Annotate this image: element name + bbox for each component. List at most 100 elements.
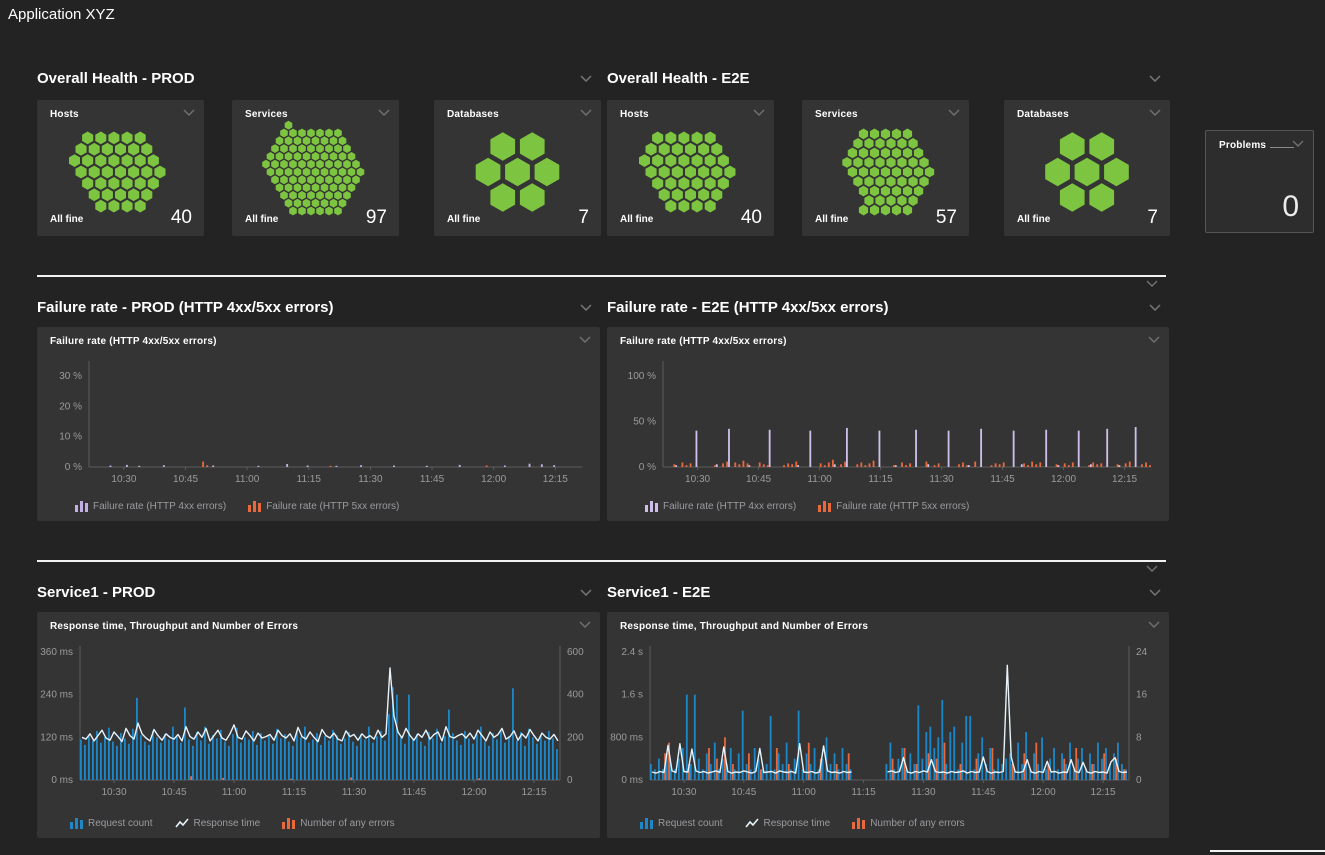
svg-text:11:30: 11:30 (911, 787, 936, 798)
svg-text:10:30: 10:30 (111, 474, 136, 485)
svg-text:50 %: 50 % (633, 417, 656, 428)
line-chart-icon (175, 818, 189, 829)
legend-item-5xx[interactable]: Failure rate (HTTP 5xx errors) (818, 501, 969, 512)
svg-text:11:15: 11:15 (851, 787, 876, 798)
svg-text:10:30: 10:30 (101, 787, 126, 798)
bar-chart-icon (640, 818, 653, 829)
legend-item-4xx[interactable]: Failure rate (HTTP 4xx errors) (645, 501, 796, 512)
service-metrics-chart-prod: 360 ms240 ms120 ms0 ms600400200010:3010:… (37, 612, 600, 838)
svg-text:800 ms: 800 ms (610, 732, 643, 743)
chart-legend: Request count Response time Number of an… (70, 818, 395, 829)
line-chart-icon (745, 818, 759, 829)
section-header-overall-health-prod: Overall Health - PROD (37, 70, 600, 90)
legend-label: Number of any errors (300, 818, 394, 829)
health-tile-services-e2e[interactable]: Services All fine 57 (802, 100, 969, 236)
legend-item-5xx[interactable]: Failure rate (HTTP 5xx errors) (248, 501, 399, 512)
svg-text:11:15: 11:15 (868, 474, 893, 485)
divider-line (37, 275, 1166, 277)
legend-item-4xx[interactable]: Failure rate (HTTP 4xx errors) (75, 501, 226, 512)
bar-chart-icon (282, 818, 295, 829)
svg-text:11:15: 11:15 (282, 787, 307, 798)
legend-label: Request count (88, 818, 153, 829)
svg-text:240 ms: 240 ms (40, 690, 73, 701)
svg-text:10 %: 10 % (59, 432, 82, 443)
chart-legend: Failure rate (HTTP 4xx errors) Failure r… (75, 501, 399, 512)
service-metrics-chart-e2e: 2.4 s1.6 s800 ms0 ms24168010:3010:4511:0… (607, 612, 1169, 838)
svg-text:30 %: 30 % (59, 371, 82, 382)
section-title: Overall Health - PROD (37, 70, 195, 87)
svg-text:11:15: 11:15 (297, 474, 322, 485)
svg-text:1.6 s: 1.6 s (621, 690, 643, 701)
divider-line (1210, 850, 1325, 852)
legend-item-errors[interactable]: Number of any errors (282, 818, 394, 829)
entity-count: 7 (1147, 207, 1158, 229)
legend-item-errors[interactable]: Number of any errors (852, 818, 964, 829)
chevron-down-icon[interactable] (1149, 589, 1161, 596)
chart-tile-failure-prod[interactable]: Failure rate (HTTP 4xx/5xx errors) 30 %2… (37, 327, 600, 521)
svg-text:12:00: 12:00 (481, 474, 506, 485)
status-label: All fine (50, 214, 83, 225)
chevron-down-icon[interactable] (580, 304, 592, 311)
section-header-failure-e2e: Failure rate - E2E (HTTP 4xx/5xx errors) (607, 299, 1169, 319)
section-title: Service1 - PROD (37, 584, 155, 601)
svg-text:11:45: 11:45 (420, 474, 445, 485)
health-tile-databases-prod[interactable]: Databases All fine 7 (434, 100, 601, 236)
status-label: All fine (620, 214, 653, 225)
health-tile-services-prod[interactable]: Services All fine 97 (232, 100, 399, 236)
svg-text:10:45: 10:45 (746, 474, 771, 485)
section-title: Failure rate - E2E (HTTP 4xx/5xx errors) (607, 299, 889, 316)
svg-text:400: 400 (567, 690, 584, 701)
chart-tile-service1-e2e[interactable]: Response time, Throughput and Number of … (607, 612, 1169, 838)
chevron-down-icon[interactable] (1146, 280, 1158, 287)
section-header-overall-health-e2e: Overall Health - E2E (607, 70, 1169, 90)
svg-text:24: 24 (1136, 647, 1148, 658)
svg-text:360 ms: 360 ms (40, 647, 73, 658)
svg-text:12:15: 12:15 (1112, 474, 1137, 485)
svg-text:11:00: 11:00 (222, 787, 247, 798)
chart-legend: Request count Response time Number of an… (640, 818, 965, 829)
svg-text:2.4 s: 2.4 s (621, 647, 643, 658)
svg-text:10:30: 10:30 (671, 787, 696, 798)
svg-text:10:45: 10:45 (173, 474, 198, 485)
svg-text:12:15: 12:15 (1091, 787, 1116, 798)
legend-label: Response time (764, 818, 831, 829)
chevron-down-icon[interactable] (1149, 304, 1161, 311)
health-tile-hosts-e2e[interactable]: Hosts All fine 40 (607, 100, 774, 236)
svg-text:200: 200 (567, 732, 584, 743)
legend-item-response-time[interactable]: Response time (745, 818, 831, 829)
dashboard-title: Application XYZ (8, 6, 115, 23)
health-tile-hosts-prod[interactable]: Hosts All fine 40 (37, 100, 204, 236)
bar-chart-icon (645, 501, 658, 512)
svg-text:11:45: 11:45 (990, 474, 1015, 485)
problems-tile[interactable]: Problems 0 (1205, 130, 1314, 233)
bar-chart-icon (852, 818, 865, 829)
svg-text:20 %: 20 % (59, 401, 82, 412)
svg-text:11:00: 11:00 (807, 474, 832, 485)
entity-count: 97 (366, 207, 387, 229)
legend-item-request-count[interactable]: Request count (640, 818, 723, 829)
svg-text:100 %: 100 % (628, 371, 656, 382)
legend-label: Response time (194, 818, 261, 829)
health-tile-databases-e2e[interactable]: Databases All fine 7 (1004, 100, 1170, 236)
svg-text:11:30: 11:30 (342, 787, 367, 798)
status-label: All fine (1017, 214, 1050, 225)
svg-text:0: 0 (1136, 775, 1142, 786)
status-label: All fine (815, 214, 848, 225)
bar-chart-icon (75, 501, 88, 512)
chevron-down-icon[interactable] (580, 75, 592, 82)
dashboard: Application XYZ Overall Health - PROD Ov… (0, 0, 1325, 855)
chevron-down-icon[interactable] (1149, 75, 1161, 82)
legend-item-response-time[interactable]: Response time (175, 818, 261, 829)
svg-text:11:45: 11:45 (402, 787, 427, 798)
legend-item-request-count[interactable]: Request count (70, 818, 153, 829)
svg-text:120 ms: 120 ms (40, 732, 73, 743)
svg-text:8: 8 (1136, 732, 1142, 743)
chevron-down-icon[interactable] (1146, 565, 1158, 572)
chevron-down-icon[interactable] (580, 589, 592, 596)
svg-text:11:00: 11:00 (792, 787, 817, 798)
svg-text:16: 16 (1136, 690, 1148, 701)
entity-count: 7 (578, 207, 589, 229)
chart-tile-failure-e2e[interactable]: Failure rate (HTTP 4xx/5xx errors) 100 %… (607, 327, 1169, 521)
chevron-down-icon[interactable] (1292, 140, 1304, 147)
chart-tile-service1-prod[interactable]: Response time, Throughput and Number of … (37, 612, 600, 838)
